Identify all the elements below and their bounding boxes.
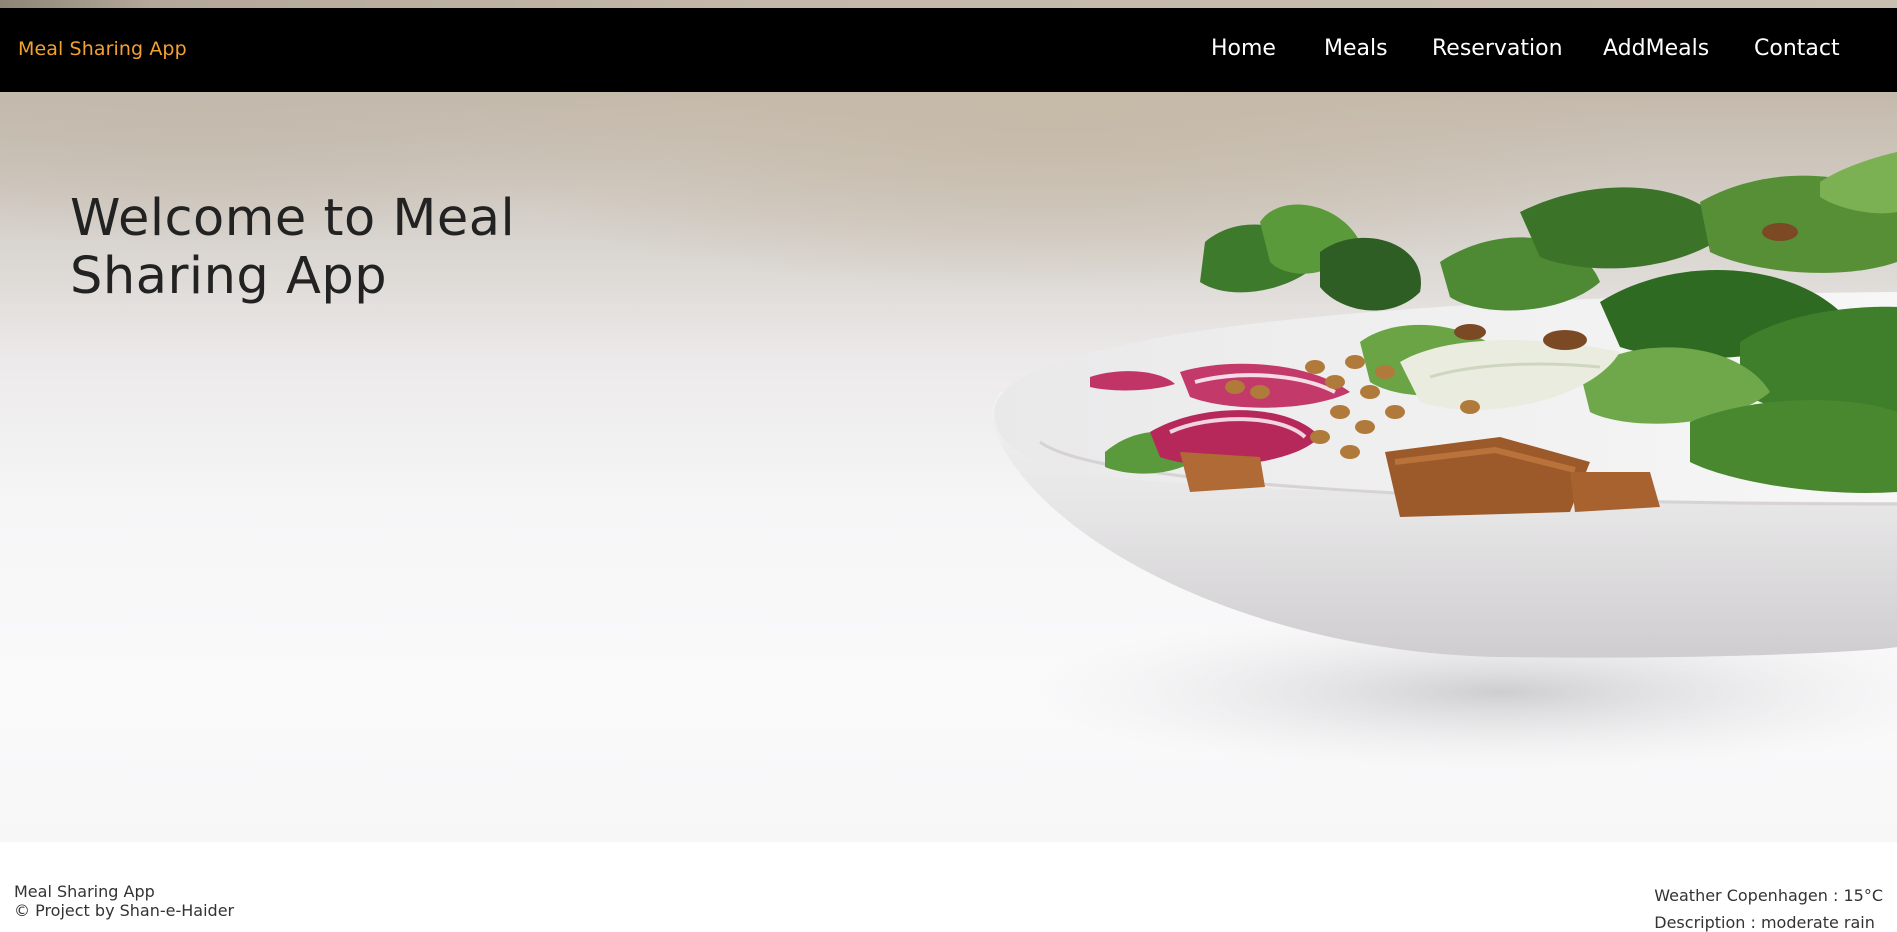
weather-temperature: Weather Copenhagen : 15°C bbox=[1654, 886, 1883, 905]
nav-link-home[interactable]: Home bbox=[1211, 36, 1276, 61]
hero-title: Welcome to Meal Sharing App bbox=[70, 189, 516, 306]
nav-link-contact[interactable]: Contact bbox=[1754, 36, 1840, 61]
nav-link-meals[interactable]: Meals bbox=[1324, 36, 1388, 61]
brand-link[interactable]: Meal Sharing App bbox=[18, 38, 187, 60]
footer-credit: © Project by Shan-e-Haider bbox=[14, 901, 235, 920]
nav-link-reservation[interactable]: Reservation bbox=[1432, 36, 1563, 61]
footer-left: Meal Sharing App © Project by Shan-e-Hai… bbox=[14, 882, 234, 920]
footer: Meal Sharing App © Project by Shan-e-Hai… bbox=[0, 842, 1897, 932]
top-strip bbox=[0, 0, 1897, 8]
hero-section: Welcome to Meal Sharing App bbox=[0, 92, 1897, 842]
weather-widget: Weather Copenhagen : 15°C Description : … bbox=[1654, 882, 1883, 932]
nav-link-addmeals[interactable]: AddMeals bbox=[1603, 36, 1709, 61]
navbar: Meal Sharing App Home Meals Reservation … bbox=[0, 8, 1897, 92]
weather-description: Description : moderate rain bbox=[1654, 913, 1875, 932]
footer-app-name: Meal Sharing App bbox=[14, 882, 155, 901]
